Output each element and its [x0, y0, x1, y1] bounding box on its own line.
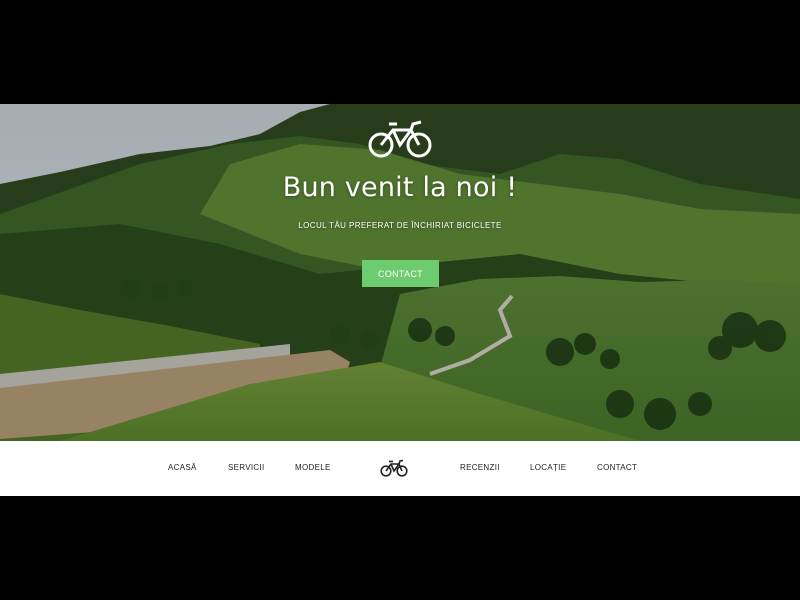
contact-button[interactable]: CONTACT — [362, 260, 439, 287]
hero-title: Bun venit la noi ! — [282, 172, 518, 203]
page-frame: Bun venit la noi ! LOCUL TĂU PREFERAT DE… — [0, 104, 800, 496]
nav-item-locatie[interactable]: LOCAȚIE — [530, 463, 566, 472]
nav-item-recenzii[interactable]: RECENZII — [460, 463, 500, 472]
main-navigation: ACASĂ SERVICII MODELE RECENZII LOCAȚIE C… — [0, 441, 800, 496]
nav-item-servicii[interactable]: SERVICII — [228, 463, 265, 472]
hero-subtitle: LOCUL TĂU PREFERAT DE ÎNCHIRIAT BICICLET… — [298, 221, 502, 230]
hero-section: Bun venit la noi ! LOCUL TĂU PREFERAT DE… — [0, 104, 800, 441]
bicycle-icon[interactable] — [380, 459, 408, 477]
nav-item-modele[interactable]: MODELE — [295, 463, 331, 472]
nav-item-acasa[interactable]: ACASĂ — [168, 463, 197, 472]
bicycle-icon — [368, 120, 432, 158]
nav-item-contact[interactable]: CONTACT — [597, 463, 637, 472]
